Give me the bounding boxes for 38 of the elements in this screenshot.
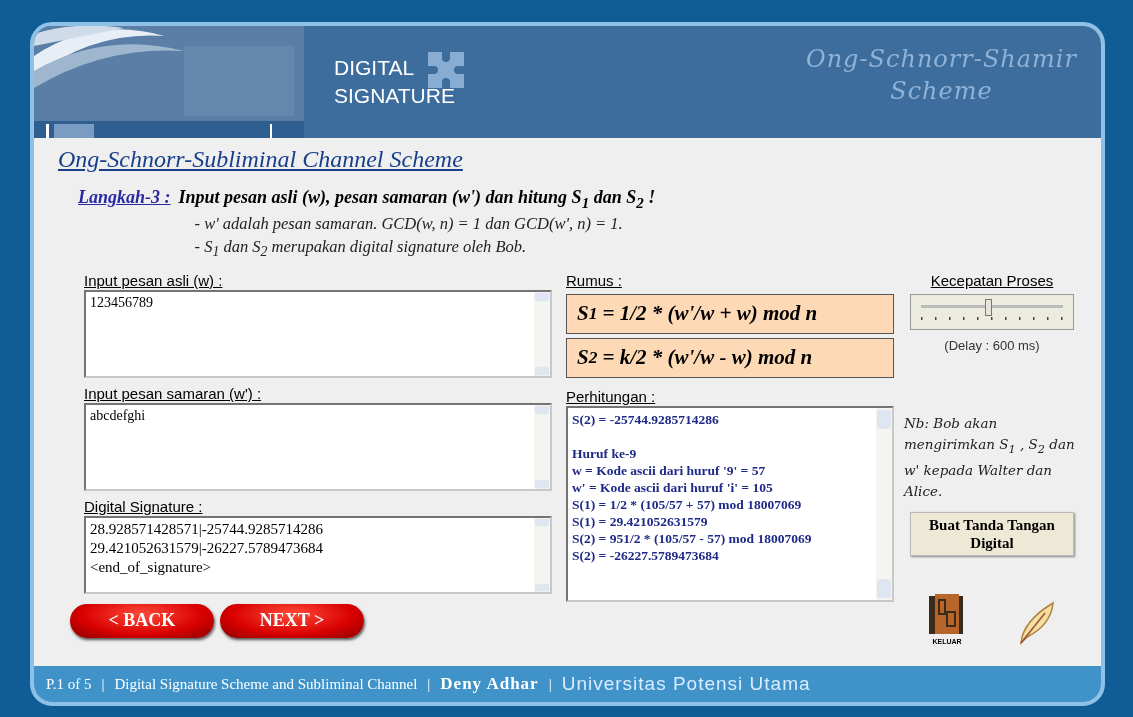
calculation-field[interactable]: S(2) = -25744.9285714286 Huruf ke-9 w = Kode ascii dari huruf '9' = 57 w' = Kode ascii dari huruf 'i' = 105 S(1) = 1/2 * (105/57 + 57) mod 18007069 S(1) = 29.421052631579 S(2) = 951/2 * (105/57 - 57) mod 18007069 S(2) = -26227.5789473684 [566,405,894,602]
page-title: Ong-Schnorr-Subliminal Channel Scheme [58,146,463,173]
signature-field[interactable]: 28.928571428571|-25744.9285714286 29.421052631579|-26227.5789473684 <end_of_signature> [84,515,552,594]
field-label: Input pesan samaran (w') : [84,384,262,403]
field-label: Input pesan asli (w) : [84,271,223,290]
field-label: Rumus : [566,271,622,290]
step-note: - w' adalah pesan samaran. GCD(w, n) = 1 dan GCD(w', n) = 1. [194,212,624,235]
speed-slider[interactable] [910,293,1074,330]
logo-text: DIGITAL [334,55,415,81]
feather-icon [1017,600,1057,645]
next-button[interactable]: NEXT > [220,603,364,638]
logo-text: SIGNATURE [334,83,455,109]
page-indicator: P.1 of 5 [46,675,92,693]
header-script-text: Scheme [890,76,993,107]
step-note: - S$_{1}$ dan S$_{2}$ merupakan digital signature oleh Bob. [194,235,528,261]
scrollbar[interactable] [534,404,550,489]
step-label: Langkah-3 : [78,187,171,209]
separator-text: | [548,675,552,693]
step-heading: Input pesan asli (w), pesan samaran (w') dan hitung S$_{1}$ dan S$_{2}$ ! [178,187,657,212]
text-field[interactable]: 123456789 [84,289,552,378]
scrollbar[interactable] [534,291,550,376]
field-label: Digital Signature : [84,497,203,516]
separator-text: | [427,675,431,693]
create-signature-button[interactable]: Buat Tanda Tangan Digital [910,511,1074,556]
author-name: Deny Adhar [440,674,539,694]
scrollbar[interactable] [534,517,550,592]
header-script-text: Ong-Schnorr-Shamir [805,44,1077,75]
field-label: Perhitungan : [566,387,656,406]
speed-label: Kecepatan Proses [930,271,1054,290]
text-field[interactable]: abcdefghi [84,402,552,491]
delay-reading: (Delay : 600 ms) [944,337,1040,353]
separator-text: | [101,675,105,693]
organization-name: Universitas Potensi Utama [561,673,811,695]
slider-thumb[interactable] [984,298,992,316]
note-text: Nb: Bob akan mengirimkan S$_{1}$ , S$_{2}$ dan w' kepada Walter dan Alice. [904,413,1076,501]
back-button[interactable]: < BACK [70,603,214,638]
scrollbar[interactable] [876,407,892,600]
footer-title: Digital Signature Scheme and Subliminal Channel [114,675,418,693]
